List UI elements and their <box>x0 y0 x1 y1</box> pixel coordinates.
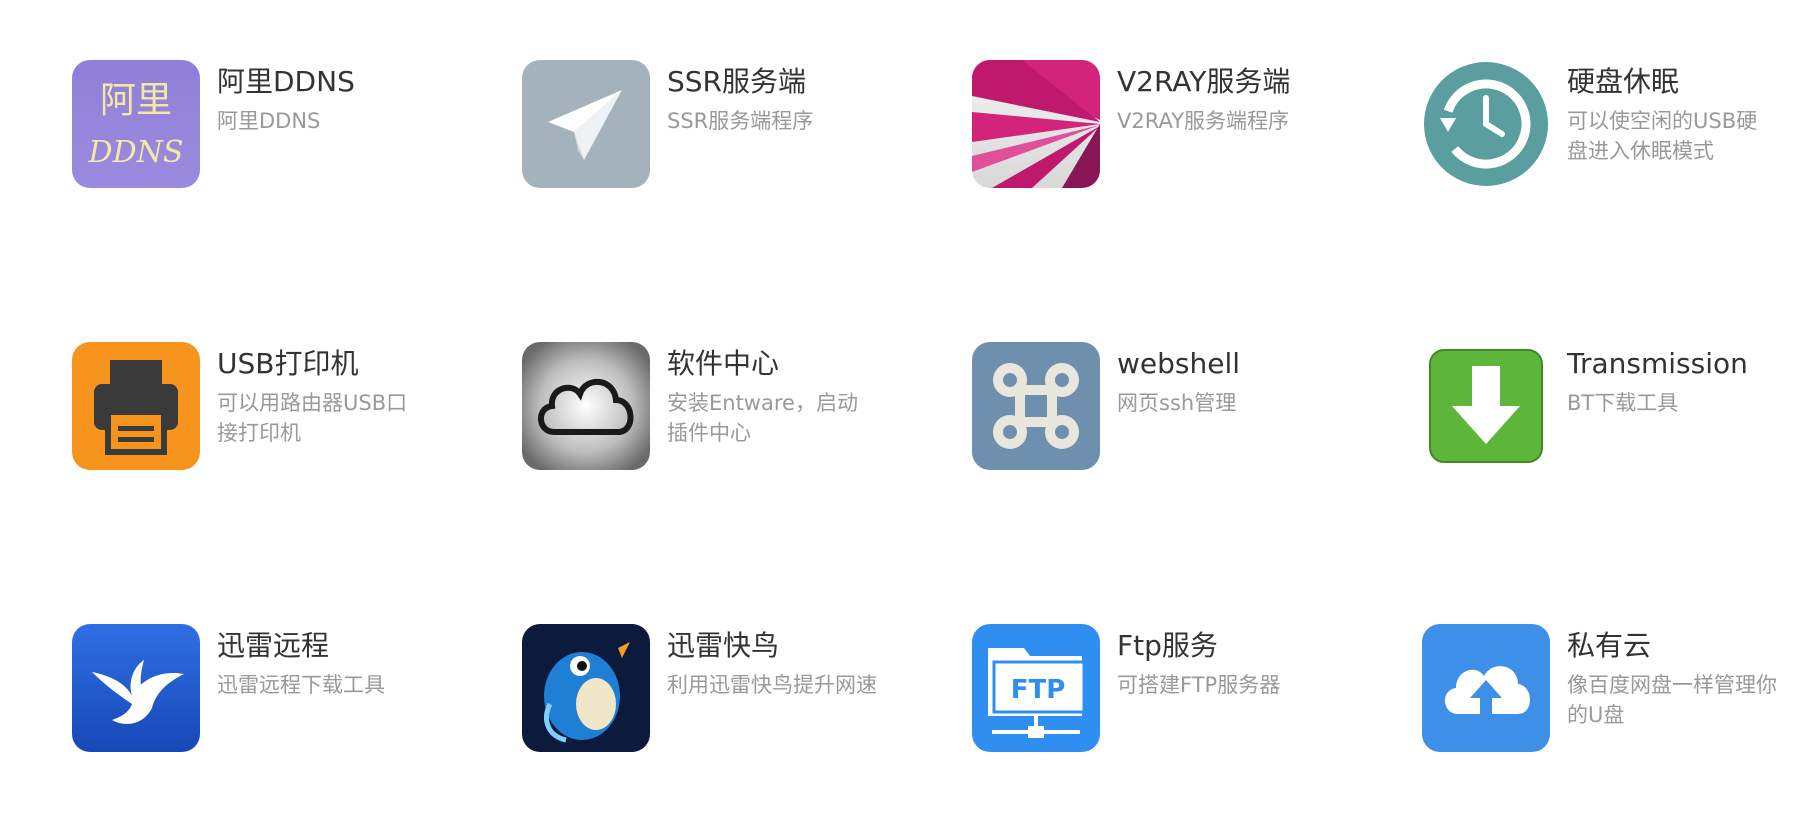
ftp-folder-icon[interactable]: FTP <box>972 624 1100 752</box>
app-tile-ssr[interactable]: SSR服务端 SSR服务端程序 <box>522 60 942 200</box>
ftp-icon-text: FTP <box>1011 675 1066 705</box>
app-title[interactable]: SSR服务端 <box>667 64 806 100</box>
printer-icon[interactable] <box>72 342 200 470</box>
app-title[interactable]: Ftp服务 <box>1117 628 1218 664</box>
command-key-icon[interactable] <box>972 342 1100 470</box>
app-description: 可以使空闲的USB硬盘进入休眠模式 <box>1567 109 1758 163</box>
aliddns-icon-text-top: 阿里 <box>100 80 172 121</box>
app-title[interactable]: 迅雷快鸟 <box>667 628 779 664</box>
app-title[interactable]: 迅雷远程 <box>217 628 329 664</box>
download-arrow-icon[interactable] <box>1422 342 1550 470</box>
aliddns-icon[interactable]: 阿里 DDNS <box>72 60 200 188</box>
app-description: 迅雷远程下载工具 <box>217 673 385 697</box>
app-tile-ftp[interactable]: FTP Ftp服务 可搭建FTP服务器 <box>972 624 1392 764</box>
app-tile-aliddns[interactable]: 阿里 DDNS 阿里DDNS 阿里DDNS <box>72 60 492 200</box>
time-machine-icon[interactable] <box>1422 60 1550 188</box>
app-tile-transmission[interactable]: Transmission BT下载工具 <box>1422 342 1814 482</box>
bird-icon[interactable] <box>522 624 650 752</box>
app-title[interactable]: webshell <box>1117 346 1240 382</box>
hummingbird-icon[interactable] <box>72 624 200 752</box>
app-tile-software-center[interactable]: 软件中心 安装Entware，启动插件中心 <box>522 342 942 482</box>
app-title[interactable]: 软件中心 <box>667 346 779 382</box>
app-tile-xunlei-kuainiao[interactable]: 迅雷快鸟 利用迅雷快鸟提升网速 <box>522 624 942 764</box>
cloud-upload-icon[interactable] <box>1422 624 1550 752</box>
app-title[interactable]: Transmission <box>1567 346 1748 382</box>
app-description: 安装Entware，启动插件中心 <box>667 391 858 445</box>
app-description: 像百度网盘一样管理你的U盘 <box>1567 673 1777 727</box>
app-title[interactable]: 阿里DDNS <box>217 64 355 100</box>
app-description: V2RAY服务端程序 <box>1117 109 1290 133</box>
app-description: 可以用路由器USB口接打印机 <box>217 391 408 445</box>
app-tile-xunlei-remote[interactable]: 迅雷远程 迅雷远程下载工具 <box>72 624 492 764</box>
app-title[interactable]: 私有云 <box>1567 628 1651 664</box>
app-description: 利用迅雷快鸟提升网速 <box>667 673 877 697</box>
app-tile-v2ray[interactable]: V2RAY服务端 V2RAY服务端程序 <box>972 60 1392 200</box>
paper-plane-icon[interactable] <box>522 60 650 188</box>
app-tile-disk-sleep[interactable]: 硬盘休眠 可以使空闲的USB硬盘进入休眠模式 <box>1422 60 1814 200</box>
app-description: 阿里DDNS <box>217 109 321 133</box>
app-description: 可搭建FTP服务器 <box>1117 673 1281 697</box>
app-description: 网页ssh管理 <box>1117 391 1237 415</box>
aliddns-icon-text-bottom: DDNS <box>88 135 184 170</box>
app-tile-private-cloud[interactable]: 私有云 像百度网盘一样管理你的U盘 <box>1422 624 1814 764</box>
app-tile-webshell[interactable]: webshell 网页ssh管理 <box>972 342 1392 482</box>
app-title[interactable]: V2RAY服务端 <box>1117 64 1290 100</box>
app-title[interactable]: 硬盘休眠 <box>1567 64 1679 100</box>
app-title[interactable]: USB打印机 <box>217 346 358 382</box>
app-description: SSR服务端程序 <box>667 109 814 133</box>
app-tile-usb-printer[interactable]: USB打印机 可以用路由器USB口接打印机 <box>72 342 492 482</box>
app-description: BT下载工具 <box>1567 391 1679 415</box>
v2ray-icon[interactable] <box>972 60 1100 188</box>
cloud-icon[interactable] <box>522 342 650 470</box>
plugin-grid: 阿里 DDNS 阿里DDNS 阿里DDNS SSR服务端 SSR服务端程序 V2… <box>0 0 1814 836</box>
